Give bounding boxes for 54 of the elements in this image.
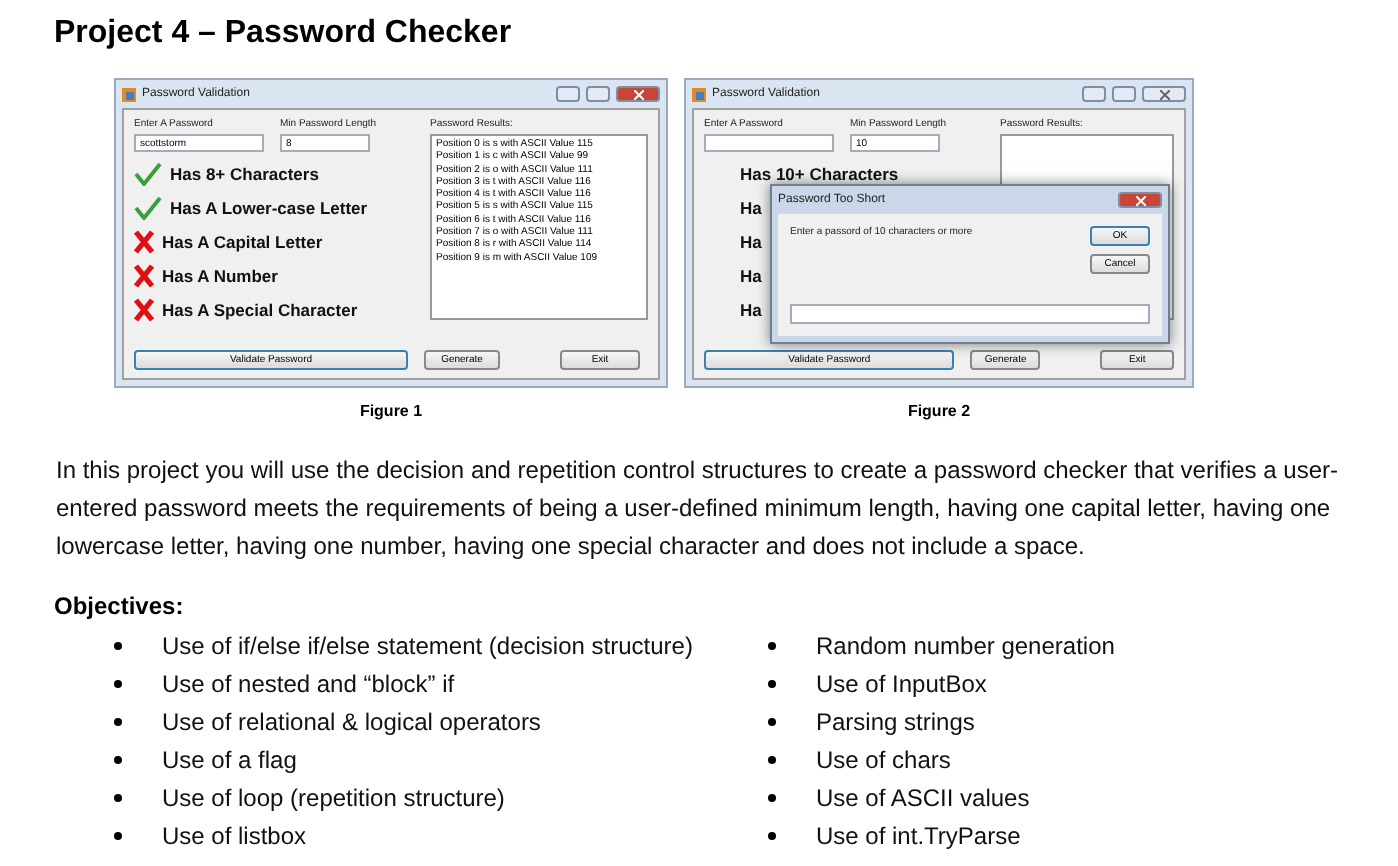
bullet-icon <box>114 641 122 649</box>
list-item: Use of a flag <box>162 745 297 773</box>
criterion-label: Has 10+ Characters <box>740 164 899 184</box>
list-item: Use of if/else if/else statement (decision structure) <box>162 631 693 659</box>
bullet-icon <box>768 641 776 649</box>
list-item: Use of listbox <box>162 821 307 849</box>
criterion-label: Ha <box>740 232 762 252</box>
list-item: Use of chars <box>816 745 951 773</box>
close-icon <box>1135 195 1145 205</box>
bullet-icon <box>114 755 122 763</box>
criterion-label: Has 8+ Characters <box>170 164 319 184</box>
minimize-button[interactable] <box>556 86 580 102</box>
list-item: Use of nested and “block” if <box>162 669 455 697</box>
bullet-icon <box>768 717 776 725</box>
criterion-label: Has A Number <box>162 266 278 286</box>
figure-caption: Figure 2 <box>907 402 971 420</box>
list-item: Use of InputBox <box>816 669 987 697</box>
figure-caption: Figure 1 <box>359 402 423 420</box>
bullet-icon <box>114 717 122 725</box>
list-item: Use of loop (repetition structure) <box>162 783 505 811</box>
input-field[interactable] <box>790 304 1150 324</box>
criterion-label: Has A Special Character <box>162 300 358 320</box>
list-item: Random number generation <box>816 631 1115 659</box>
app-icon <box>122 87 136 101</box>
close-button[interactable] <box>616 86 660 102</box>
criterion-label: Ha <box>740 198 762 218</box>
criterion-label: Has A Capital Letter <box>162 232 323 252</box>
password-field[interactable] <box>704 134 834 152</box>
close-icon <box>633 89 643 99</box>
bullet-icon <box>114 793 122 801</box>
list-item: Use of int.TryParse <box>816 821 1021 849</box>
minimize-button[interactable] <box>1082 86 1106 102</box>
bullet-icon <box>768 831 776 839</box>
list-item: Use of relational & logical operators <box>162 707 541 735</box>
bullet-icon <box>768 793 776 801</box>
close-button[interactable] <box>1142 86 1186 102</box>
list-item: Use of ASCII values <box>816 783 1030 811</box>
results-list[interactable] <box>430 134 648 320</box>
paragraph: In this project you will use the decision and repetition control structures to create a password checker that verifies a user-entered password meets the requirements of being a user-defined minimum length, having one capital letter, having one lowercase letter, having one number, having one special character and does not include a space. <box>56 454 1340 564</box>
criterion-label: Ha <box>740 266 762 286</box>
bullet-icon <box>768 755 776 763</box>
app-icon <box>692 87 706 101</box>
maximize-button[interactable] <box>586 86 610 102</box>
page-title: Project 4 – Password Checker <box>54 16 512 52</box>
criterion-label: Has A Lower-case Letter <box>170 198 368 218</box>
section-heading: Objectives: <box>54 592 186 620</box>
bullet-icon <box>114 831 122 839</box>
criterion-label: Ha <box>740 300 762 320</box>
close-button[interactable] <box>1118 192 1162 208</box>
bullet-icon <box>768 679 776 687</box>
maximize-button[interactable] <box>1112 86 1136 102</box>
bullet-icon <box>114 679 122 687</box>
close-icon <box>1159 89 1169 99</box>
list-item: Parsing strings <box>816 707 975 735</box>
